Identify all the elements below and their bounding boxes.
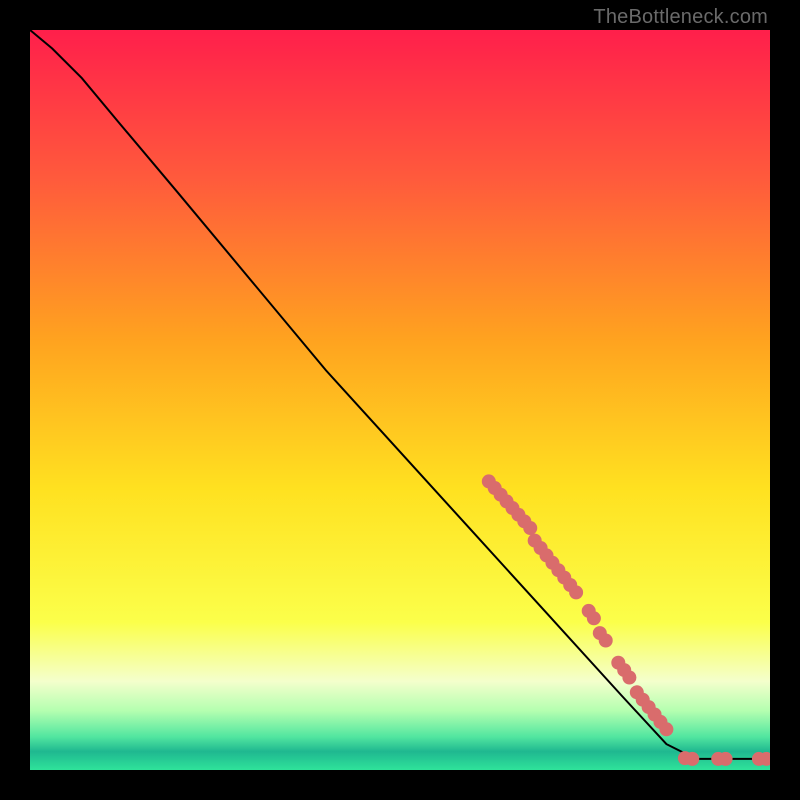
data-marker (523, 521, 537, 535)
data-marker (569, 585, 583, 599)
plot-area (30, 30, 770, 770)
marker-group (482, 474, 770, 766)
watermark-text: TheBottleneck.com (593, 6, 768, 29)
chart-overlay (30, 30, 770, 770)
data-marker (685, 752, 699, 766)
data-marker (659, 722, 673, 736)
curve-line (30, 30, 770, 759)
chart-frame: TheBottleneck.com (0, 0, 800, 800)
data-marker (719, 752, 733, 766)
data-marker (587, 611, 601, 625)
data-marker (622, 671, 636, 685)
data-marker (599, 634, 613, 648)
